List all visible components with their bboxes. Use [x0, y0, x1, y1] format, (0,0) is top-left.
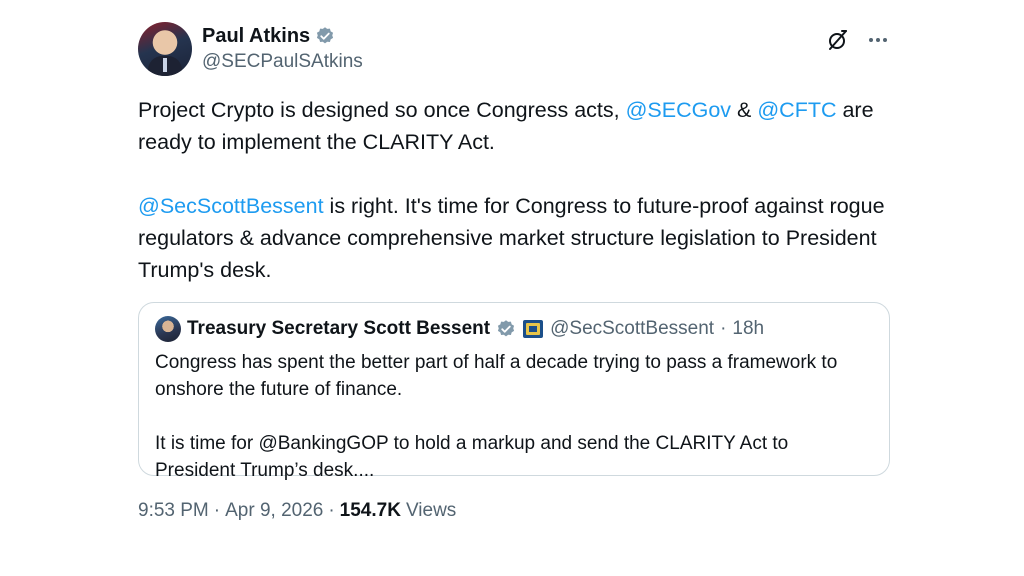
author-handle[interactable]: @SECPaulSAtkins — [202, 51, 363, 73]
tweet-text: Project Crypto is designed so once Congr… — [138, 94, 890, 286]
mention-secscottbessent[interactable]: @SecScottBessent — [138, 194, 324, 218]
more-icon[interactable] — [866, 28, 890, 52]
avatar[interactable] — [138, 22, 192, 76]
header-actions — [826, 28, 890, 52]
quoted-paragraph-2: It is time for @BankingGOP to hold a mar… — [155, 433, 789, 481]
quoted-timestamp[interactable]: 18h — [732, 318, 764, 340]
government-affiliation-icon — [523, 320, 544, 338]
tweet-header: Paul Atkins @SECPaulSAtkins — [138, 22, 890, 78]
mention-secgov[interactable]: @SECGov — [626, 98, 731, 122]
tweet-date[interactable]: Apr 9, 2026 — [225, 500, 323, 522]
tweet: Paul Atkins @SECPaulSAtkins Project Cryp… — [138, 22, 890, 522]
verified-badge-icon — [317, 27, 334, 44]
tweet-paragraph-2: @SecScottBessent is right. It's time for… — [138, 190, 890, 286]
quoted-paragraph-1: Congress has spent the better part of ha… — [155, 352, 838, 400]
grok-icon[interactable] — [826, 28, 850, 52]
quoted-author-handle[interactable]: @SecScottBessent — [550, 318, 714, 340]
tweet-time[interactable]: 9:53 PM — [138, 500, 209, 522]
quoted-author-name[interactable]: Treasury Secretary Scott Bessent — [187, 318, 490, 340]
quoted-tweet-header: Treasury Secretary Scott Bessent @SecSco… — [155, 315, 873, 343]
separator-dot: · — [328, 500, 335, 521]
text-segment: Project Crypto is designed so once Congr… — [138, 98, 626, 122]
separator-dot: · — [213, 500, 221, 521]
quoted-tweet-text: Congress has spent the better part of ha… — [155, 349, 873, 484]
verified-badge-icon — [498, 320, 515, 337]
quoted-tweet[interactable]: Treasury Secretary Scott Bessent @SecSco… — [138, 302, 890, 481]
mention-cftc[interactable]: @CFTC — [757, 98, 836, 122]
quoted-avatar[interactable] — [155, 316, 181, 342]
tweet-paragraph-1: Project Crypto is designed so once Congr… — [138, 94, 890, 158]
author-name[interactable]: Paul Atkins — [202, 25, 310, 48]
views-label[interactable]: Views — [406, 500, 456, 522]
tweet-meta: 9:53 PM · Apr 9, 2026 · 154.7K Views — [138, 500, 890, 522]
separator-dot: · — [720, 318, 727, 339]
author-block: Paul Atkins @SECPaulSAtkins — [202, 24, 363, 73]
text-segment: & — [731, 98, 758, 122]
views-count[interactable]: 154.7K — [340, 500, 401, 522]
